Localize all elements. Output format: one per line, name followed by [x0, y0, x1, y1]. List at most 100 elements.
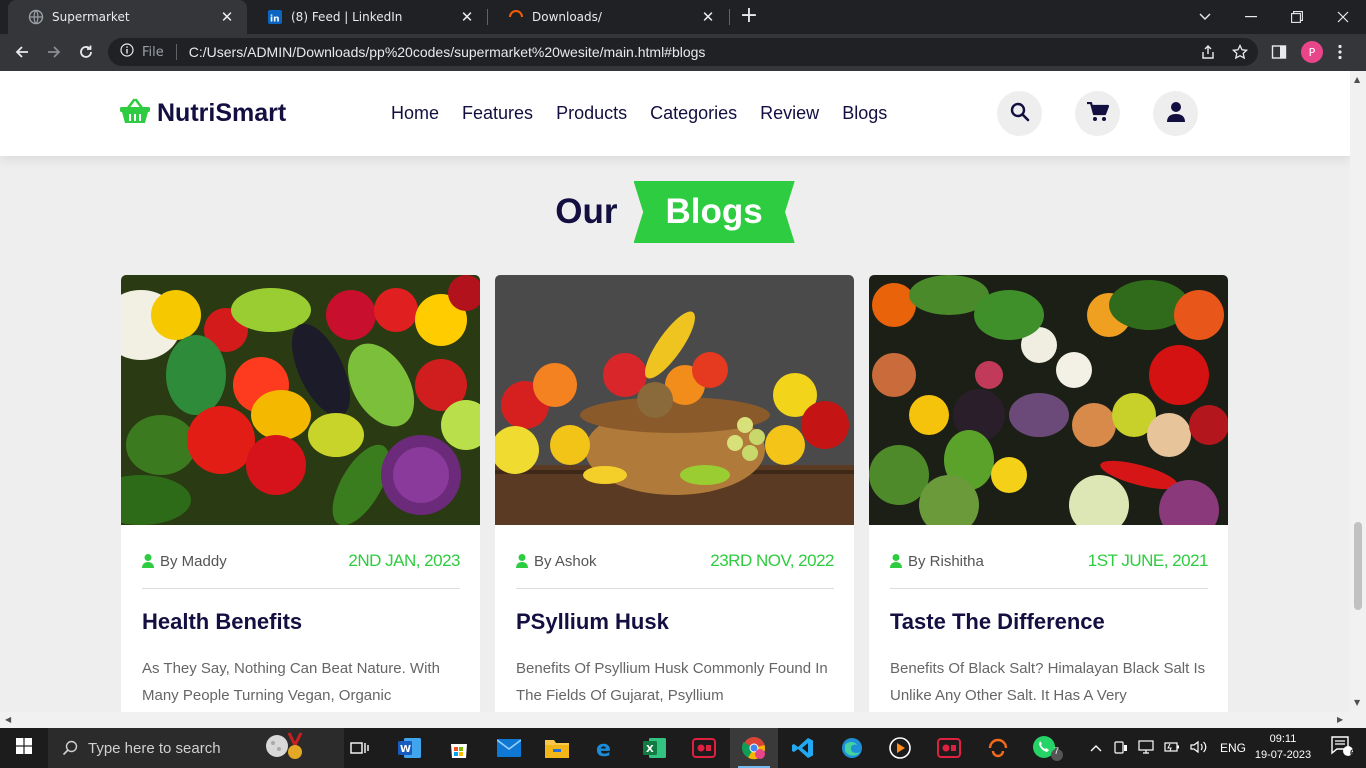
forward-button[interactable]	[40, 38, 68, 66]
heading-blogs: Blogs	[633, 181, 795, 243]
user-icon	[516, 554, 528, 568]
whatsapp-icon[interactable]: 7	[1024, 728, 1072, 768]
card-meta: By Ashok 23RD NOV, 2022	[516, 551, 834, 571]
card-title[interactable]: Health Benefits	[142, 609, 302, 635]
card-excerpt: As They Say, Nothing Can Beat Nature. Wi…	[142, 660, 440, 704]
taskbar-clock[interactable]: 09:11 19-07-2023	[1248, 731, 1318, 763]
devices-icon[interactable]	[1114, 740, 1128, 757]
tab-separator	[729, 9, 730, 25]
mail-icon[interactable]	[485, 728, 533, 768]
sublime-loading-icon[interactable]	[974, 728, 1022, 768]
horizontal-scrollbar[interactable]: ◀ ▶	[0, 712, 1366, 728]
restore-icon[interactable]	[1274, 0, 1320, 34]
task-view-icon[interactable]	[336, 728, 384, 768]
search-highlight-icon	[265, 731, 319, 765]
taskbar-search-box[interactable]: Type here to search	[48, 728, 344, 768]
chrome-taskbar-icon[interactable]	[730, 728, 778, 768]
new-tab-button[interactable]: +	[737, 5, 761, 29]
scrollbar-thumb[interactable]	[1354, 522, 1362, 610]
microsoft-store-icon[interactable]	[435, 728, 483, 768]
tab-title: Downloads/	[532, 10, 602, 24]
card-divider	[142, 588, 460, 589]
vegetables-image	[121, 275, 480, 525]
tab-downloads[interactable]: Downloads/ ✕	[488, 0, 728, 34]
card-title[interactable]: Taste The Difference	[890, 609, 1105, 635]
nav-link-blogs[interactable]: Blogs	[842, 103, 887, 124]
globe-icon	[28, 9, 44, 25]
account-button[interactable]	[1153, 91, 1198, 136]
bookmark-star-icon[interactable]	[1226, 38, 1254, 66]
nav-link-review[interactable]: Review	[760, 103, 819, 124]
browser-toolbar: File C:/Users/ADMIN/Downloads/pp%20codes…	[0, 34, 1366, 71]
windows-taskbar: Type here to search W e X 7 ENG 09:11 19…	[0, 728, 1366, 768]
url-text[interactable]: C:/Users/ADMIN/Downloads/pp%20codes/supe…	[189, 44, 706, 60]
word-icon[interactable]: W	[386, 728, 434, 768]
file-explorer-icon[interactable]	[533, 728, 581, 768]
blog-card-3[interactable]: By Rishitha 1ST JUNE, 2021 Taste The Dif…	[869, 275, 1228, 712]
screen-recorder-icon[interactable]	[680, 728, 728, 768]
card-date: 2ND JAN, 2023	[348, 551, 460, 570]
clock-time: 09:11	[1269, 733, 1297, 745]
start-button[interactable]	[0, 728, 48, 768]
share-icon[interactable]	[1194, 38, 1222, 66]
reload-button[interactable]	[72, 38, 100, 66]
battery-icon[interactable]	[1164, 740, 1180, 757]
edge-legacy-icon[interactable]: e	[582, 728, 630, 768]
card-author: By Ashok	[516, 553, 597, 570]
close-icon[interactable]: ✕	[219, 8, 235, 26]
shopping-cart-icon	[1086, 101, 1109, 126]
nav-link-features[interactable]: Features	[462, 103, 533, 124]
brand-logo[interactable]: NutriSmart	[120, 98, 286, 128]
blog-card-2[interactable]: By Ashok 23RD NOV, 2022 PSyllium Husk Be…	[495, 275, 854, 712]
scroll-up-arrow-icon[interactable]: ▲	[1354, 75, 1360, 84]
menu-kebab-icon[interactable]	[1326, 38, 1354, 66]
close-icon[interactable]: ✕	[700, 8, 716, 26]
author-name: By Maddy	[160, 552, 227, 570]
profile-avatar[interactable]: P	[1301, 41, 1323, 63]
browser-tab-strip: Supermarket ✕ in (8) Feed | LinkedIn ✕ D…	[0, 0, 1366, 34]
user-icon	[142, 554, 154, 568]
tab-linkedin[interactable]: in (8) Feed | LinkedIn ✕	[247, 0, 487, 34]
window-close-icon[interactable]	[1320, 0, 1366, 34]
author-name: By Rishitha	[908, 552, 984, 570]
tab-title: (8) Feed | LinkedIn	[291, 10, 403, 24]
recorder-icon[interactable]	[925, 728, 973, 768]
info-icon[interactable]	[120, 43, 134, 61]
notifications-badge: 6	[1350, 748, 1356, 758]
edge-icon[interactable]	[828, 728, 876, 768]
side-panel-icon[interactable]	[1265, 38, 1293, 66]
volume-icon[interactable]	[1190, 740, 1208, 757]
clock-date: 19-07-2023	[1254, 749, 1312, 761]
search-button[interactable]	[997, 91, 1042, 136]
scroll-down-arrow-icon[interactable]: ▼	[1354, 698, 1360, 707]
network-icon[interactable]	[1138, 739, 1154, 757]
card-excerpt: Benefits Of Black Salt? Himalayan Black …	[890, 660, 1206, 704]
nav-link-categories[interactable]: Categories	[650, 103, 737, 124]
card-date: 1ST JUNE, 2021	[1087, 551, 1209, 570]
tab-search-icon[interactable]	[1182, 0, 1228, 34]
nav-link-products[interactable]: Products	[556, 103, 627, 124]
close-icon[interactable]: ✕	[459, 8, 475, 26]
tab-supermarket[interactable]: Supermarket ✕	[8, 0, 247, 34]
cart-button[interactable]	[1075, 91, 1120, 136]
blog-card-1[interactable]: By Maddy 2ND JAN, 2023 Health Benefits A…	[121, 275, 480, 712]
minimize-icon[interactable]	[1228, 0, 1274, 34]
excel-icon[interactable]: X	[631, 728, 679, 768]
card-meta: By Rishitha 1ST JUNE, 2021	[890, 551, 1209, 571]
scroll-left-arrow-icon[interactable]: ◀	[5, 715, 11, 724]
address-bar[interactable]: File C:/Users/ADMIN/Downloads/pp%20codes…	[108, 38, 1258, 66]
vertical-scrollbar[interactable]: ▲ ▼	[1350, 71, 1366, 712]
vscode-icon[interactable]	[779, 728, 827, 768]
scroll-right-arrow-icon[interactable]: ▶	[1337, 715, 1343, 724]
back-button[interactable]	[8, 38, 36, 66]
chevron-up-icon[interactable]	[1090, 741, 1102, 755]
search-icon	[62, 740, 78, 756]
site-header: NutriSmart Home Features Products Catego…	[0, 71, 1350, 156]
system-tray: ENG	[1090, 728, 1246, 768]
media-player-icon[interactable]	[876, 728, 924, 768]
card-title[interactable]: PSyllium Husk	[516, 609, 669, 635]
language-indicator[interactable]: ENG	[1220, 741, 1246, 755]
notifications-button[interactable]: 6	[1318, 728, 1366, 768]
svg-text:X: X	[646, 744, 654, 755]
nav-link-home[interactable]: Home	[391, 103, 439, 124]
